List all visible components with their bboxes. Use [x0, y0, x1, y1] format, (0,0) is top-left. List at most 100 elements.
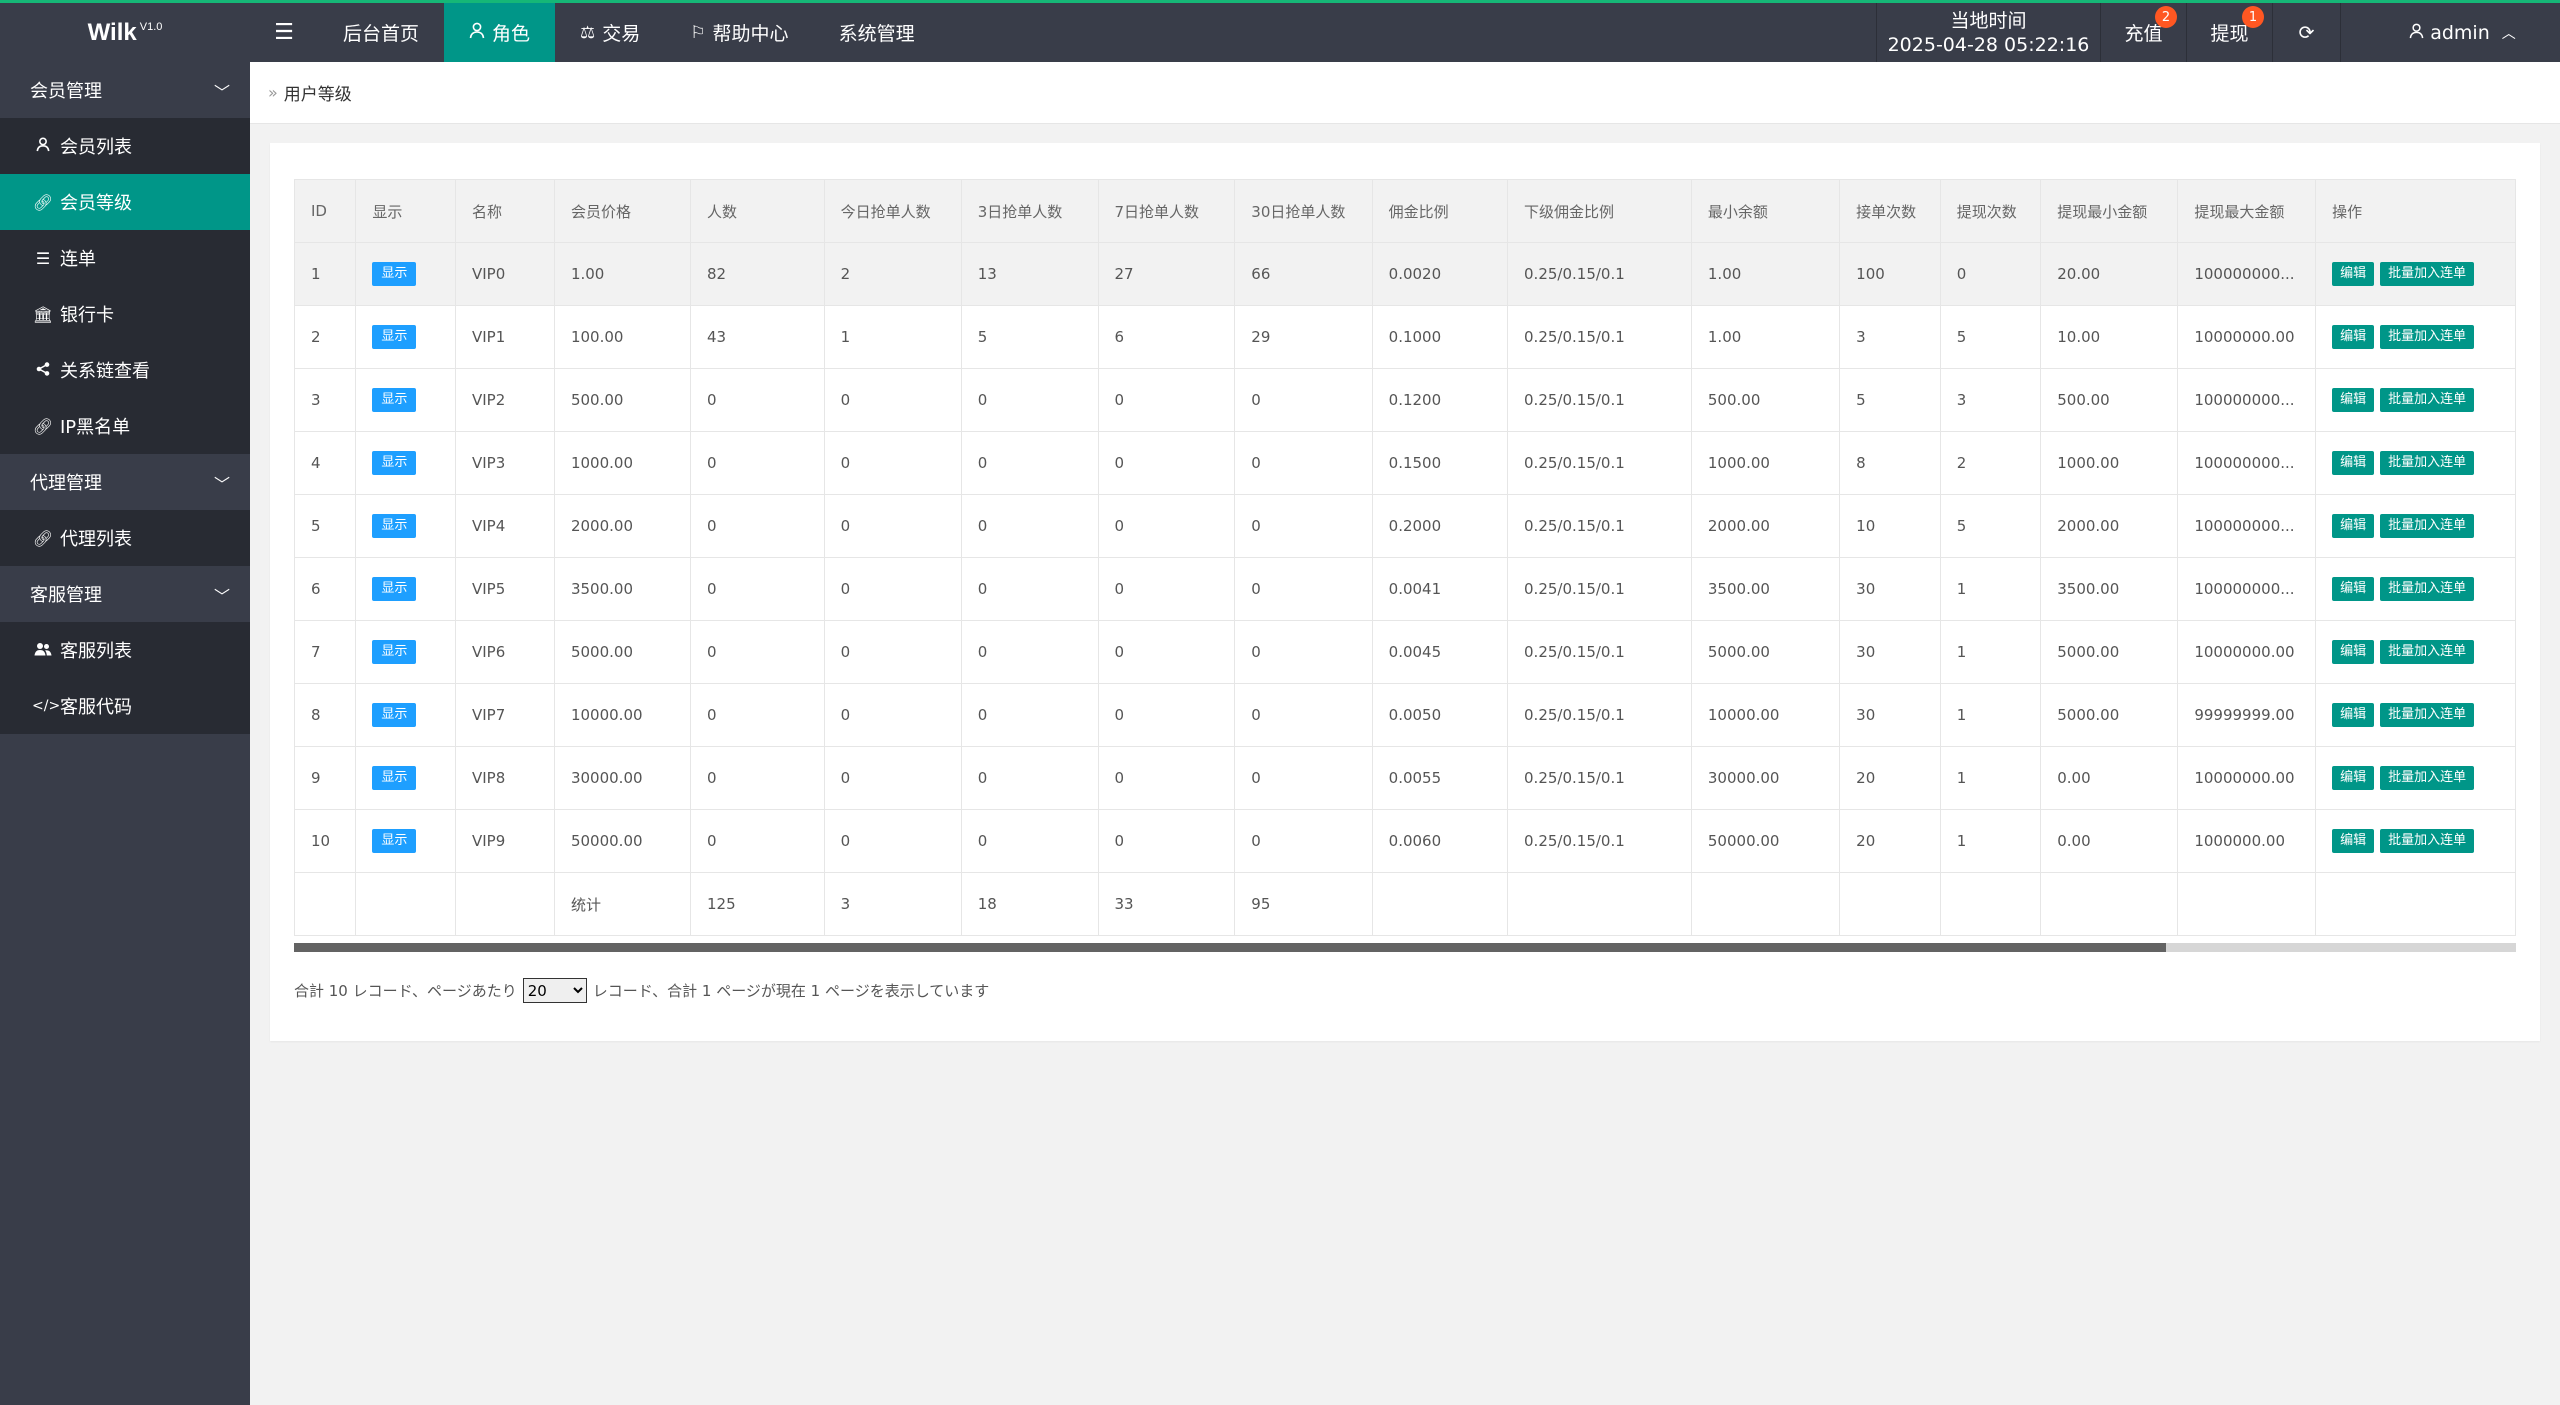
- topnav-item-home[interactable]: 后台首页: [318, 3, 444, 62]
- sidebar-item-chain-order[interactable]: ☰ 连单: [0, 230, 250, 286]
- column-header: 人数: [689, 179, 825, 243]
- sidebar-item-bank-card[interactable]: 🏛︎ 银行卡: [0, 286, 250, 342]
- sidebar-group-support[interactable]: 客服管理 ﹀: [0, 566, 250, 622]
- table-cell-ops: 编辑 批量加入连单: [2315, 242, 2516, 306]
- chevron-down-icon: ﹀: [213, 587, 230, 606]
- show-status-button[interactable]: 显示: [372, 325, 417, 349]
- column-header: 最小余额: [1690, 179, 1841, 243]
- batch-add-chain-button[interactable]: 批量加入连单: [2380, 451, 2475, 475]
- show-status-button[interactable]: 显示: [372, 703, 417, 727]
- table-cell: 1: [294, 242, 357, 306]
- column-header: 提现次数: [1939, 179, 2042, 243]
- edit-button[interactable]: 编辑: [2332, 640, 2375, 664]
- sidebar-item-support-list[interactable]: 客服列表: [0, 622, 250, 678]
- sidebar-item-agent-list[interactable]: 🔗︎ 代理列表: [0, 510, 250, 566]
- column-header: 今日抢单人数: [823, 179, 962, 243]
- recharge-button[interactable]: 充值 2: [2100, 3, 2186, 62]
- link-icon: 🔗︎: [32, 416, 54, 436]
- show-status-button[interactable]: 显示: [372, 640, 417, 664]
- table-cell: 0.25/0.15/0.1: [1507, 368, 1692, 432]
- sidebar-item-label: 银行卡: [60, 305, 114, 326]
- edit-button[interactable]: 编辑: [2332, 451, 2375, 475]
- batch-add-chain-button[interactable]: 批量加入连单: [2380, 325, 2475, 349]
- edit-button[interactable]: 编辑: [2332, 262, 2375, 286]
- table-cell: 0: [689, 620, 825, 684]
- top-bar: Wilk V1.0 ☰ 后台首页 角色 ⚖ 交易 ⚐ 帮助中心 系统管理 当地时间 2…: [0, 0, 2560, 62]
- table-cell: 0: [960, 683, 1099, 747]
- sidebar-group-members[interactable]: 会员管理 ﹀: [0, 62, 250, 118]
- table-cell: 30: [1839, 683, 1941, 747]
- edit-button[interactable]: 编辑: [2332, 325, 2375, 349]
- topnav-item-trade[interactable]: ⚖ 交易: [555, 3, 665, 62]
- table-cell: 82: [689, 242, 825, 306]
- table-cell: 30: [1839, 557, 1941, 621]
- topnav-item-role[interactable]: 角色: [444, 3, 556, 62]
- table-cell: 0: [689, 368, 825, 432]
- edit-button[interactable]: 编辑: [2332, 514, 2375, 538]
- table-cell: 5: [1939, 494, 2042, 558]
- show-status-button[interactable]: 显示: [372, 766, 417, 790]
- sidebar-item-label: 会员等级: [60, 193, 132, 214]
- edit-button[interactable]: 编辑: [2332, 766, 2375, 790]
- hamburger-icon[interactable]: ☰: [250, 3, 318, 62]
- sidebar-item-member-list[interactable]: 会员列表: [0, 118, 250, 174]
- code-icon: </>: [32, 698, 61, 714]
- table-cell-show: 显示: [355, 620, 456, 684]
- sidebar-item-support-code[interactable]: </> 客服代码: [0, 678, 250, 734]
- table-cell: 0.25/0.15/0.1: [1507, 494, 1692, 558]
- batch-add-chain-button[interactable]: 批量加入连单: [2380, 829, 2475, 853]
- show-status-button[interactable]: 显示: [372, 514, 417, 538]
- edit-button[interactable]: 编辑: [2332, 829, 2375, 853]
- table-cell: 10.00: [2040, 305, 2179, 369]
- show-status-button[interactable]: 显示: [372, 577, 417, 601]
- app-logo[interactable]: Wilk V1.0: [0, 3, 250, 62]
- batch-add-chain-button[interactable]: 批量加入连单: [2380, 766, 2475, 790]
- batch-add-chain-button[interactable]: 批量加入连单: [2380, 262, 2475, 286]
- sidebar-item-ip-blacklist[interactable]: 🔗︎ IP黑名单: [0, 398, 250, 454]
- total-cell: [1690, 872, 1841, 936]
- table-cell: 5: [1939, 305, 2042, 369]
- edit-button[interactable]: 编辑: [2332, 388, 2375, 412]
- edit-button[interactable]: 编辑: [2332, 703, 2375, 727]
- table-cell: 0: [1097, 557, 1236, 621]
- page-size-select[interactable]: 20: [522, 978, 587, 1003]
- table-cell: 7: [294, 620, 357, 684]
- topnav-item-label: 后台首页: [343, 23, 420, 45]
- batch-add-chain-button[interactable]: 批量加入连单: [2380, 514, 2475, 538]
- table-cell: 13: [960, 242, 1099, 306]
- table-header-row: ID 显示 名称 会员价格 人数 今日抢单人数 3日抢单人数 7日抢单人数 30日抢单人数 佣金比…: [294, 179, 2516, 243]
- sidebar-group-agents[interactable]: 代理管理 ﹀: [0, 454, 250, 510]
- table-cell: 1: [1939, 557, 2042, 621]
- sidebar-item-member-level[interactable]: 🔗︎ 会员等级: [0, 174, 250, 230]
- show-status-button[interactable]: 显示: [372, 829, 417, 853]
- clock-value: 2025-04-28 05:22:16: [1887, 33, 2090, 56]
- topnav-item-system[interactable]: 系统管理: [814, 3, 940, 62]
- table-cell: 3: [294, 368, 357, 432]
- table-cell: 8: [1839, 431, 1941, 495]
- users-icon: [32, 641, 54, 660]
- refresh-icon[interactable]: ⟳: [2272, 3, 2340, 62]
- show-status-button[interactable]: 显示: [372, 262, 417, 286]
- show-status-button[interactable]: 显示: [372, 388, 417, 412]
- table-cell: 1: [1939, 746, 2042, 810]
- total-cell-ops: [2315, 872, 2516, 936]
- horizontal-scrollbar[interactable]: [294, 943, 2516, 952]
- table-cell: 29: [1234, 305, 1373, 369]
- scrollbar-thumb[interactable]: [294, 943, 2166, 952]
- batch-add-chain-button[interactable]: 批量加入连单: [2380, 577, 2475, 601]
- user-menu[interactable]: admin ︿: [2340, 3, 2560, 62]
- breadcrumb-current: 用户等级: [283, 85, 352, 105]
- batch-add-chain-button[interactable]: 批量加入连单: [2380, 640, 2475, 664]
- topnav-item-help[interactable]: ⚐ 帮助中心: [665, 3, 813, 62]
- edit-button[interactable]: 编辑: [2332, 577, 2375, 601]
- withdraw-button[interactable]: 提现 1: [2186, 3, 2272, 62]
- batch-add-chain-button[interactable]: 批量加入连单: [2380, 388, 2475, 412]
- show-status-button[interactable]: 显示: [372, 451, 417, 475]
- double-chevron-right-icon: »: [268, 83, 278, 102]
- table-cell: 0: [1234, 494, 1373, 558]
- total-cell: [1939, 872, 2042, 936]
- sidebar-item-relation-chain[interactable]: 关系链查看: [0, 342, 250, 398]
- table-cell-show: 显示: [355, 305, 456, 369]
- table-cell: 1.00: [553, 242, 691, 306]
- batch-add-chain-button[interactable]: 批量加入连单: [2380, 703, 2475, 727]
